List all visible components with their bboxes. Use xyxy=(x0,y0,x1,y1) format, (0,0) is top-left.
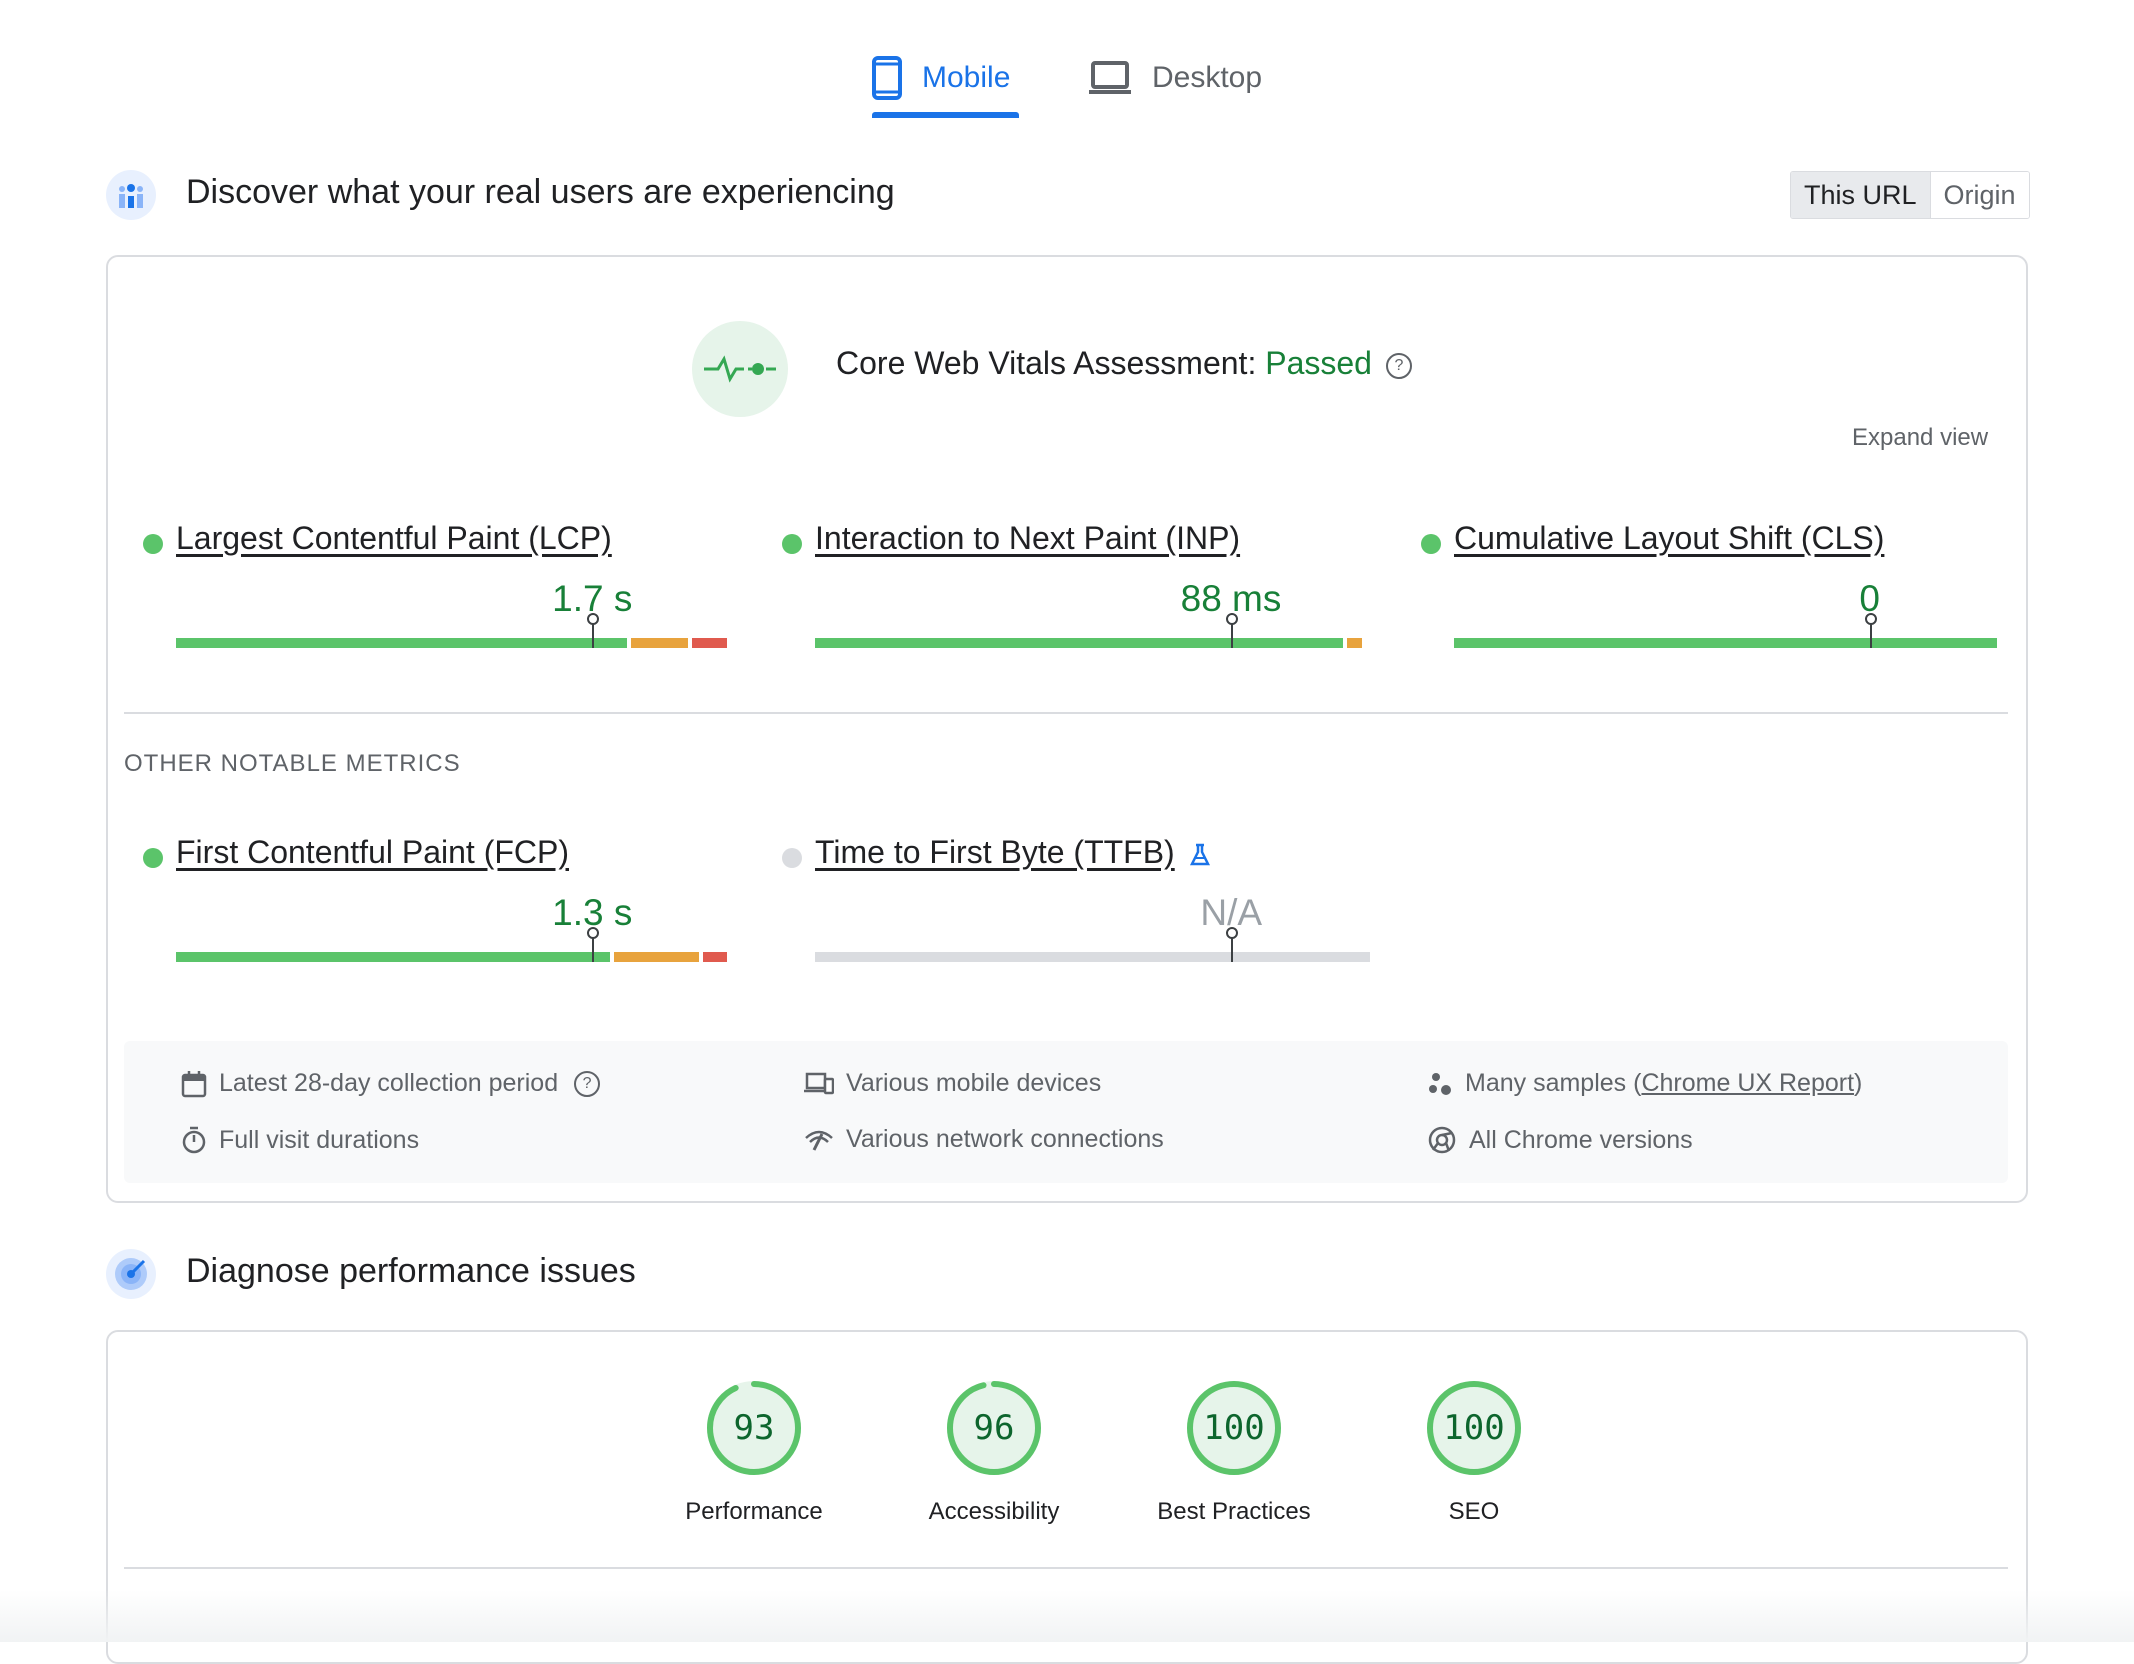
status-dot xyxy=(143,848,163,868)
score-value: 96 xyxy=(973,1408,1015,1448)
scroll-fade xyxy=(0,1590,2134,1642)
bar-segment-good xyxy=(176,952,611,962)
radar-icon xyxy=(106,1249,156,1299)
bar-segment-needs-improvement xyxy=(631,638,689,648)
distribution-bar xyxy=(815,613,1366,648)
bar-segment-good xyxy=(1454,638,1997,648)
metric-ttfb: Time to First Byte (TTFB) N/A xyxy=(782,832,1370,962)
score-label: Accessibility xyxy=(928,1498,1060,1525)
chrome-icon xyxy=(1428,1126,1456,1154)
score-gauge[interactable]: 93 xyxy=(706,1380,802,1476)
origin-button[interactable]: Origin xyxy=(1930,172,2029,218)
bar-segment-empty xyxy=(815,952,1370,962)
samples-icon xyxy=(1429,1072,1451,1095)
flask-icon xyxy=(1189,843,1210,865)
vitals-pulse-icon xyxy=(692,321,788,417)
tab-desktop[interactable]: Desktop xyxy=(1088,40,1262,116)
percentile-marker xyxy=(1226,613,1238,648)
chrome-ux-report-link[interactable]: Chrome UX Report xyxy=(1641,1069,1854,1097)
bar-segment-good xyxy=(176,638,628,648)
bar-segment-needs-improvement xyxy=(614,952,700,962)
devices-text: Various mobile devices xyxy=(846,1069,1102,1097)
status-dot xyxy=(782,848,802,868)
percentile-marker xyxy=(587,927,600,962)
metric-name[interactable]: Largest Contentful Paint (LCP) xyxy=(176,520,612,557)
section-divider xyxy=(124,712,2008,714)
score-label: SEO xyxy=(1448,1498,1500,1525)
network-info: Various network connections xyxy=(804,1125,1164,1154)
score-value: 100 xyxy=(1443,1408,1505,1448)
bar-segment-good xyxy=(815,638,1343,648)
percentile-marker xyxy=(1226,927,1239,962)
network-icon xyxy=(805,1130,833,1151)
bar-segment-needs-improvement xyxy=(1346,638,1362,648)
lab-data-title: Diagnose performance issues xyxy=(186,1252,636,1290)
status-dot xyxy=(1421,534,1441,554)
metric-name: Time to First Byte (TTFB) xyxy=(815,834,1211,871)
network-text: Various network connections xyxy=(846,1125,1164,1153)
other-metrics-heading: OTHER NOTABLE METRICS xyxy=(124,750,461,777)
smartphone-icon xyxy=(872,56,902,100)
metric-name[interactable]: First Contentful Paint (FCP) xyxy=(176,834,569,871)
tab-mobile[interactable]: Mobile xyxy=(872,40,1010,116)
expand-view-button[interactable]: Expand view xyxy=(1852,424,1988,452)
versions-text: All Chrome versions xyxy=(1469,1125,1693,1154)
samples-info: Many samples (Chrome UX Report) xyxy=(1427,1069,1862,1098)
help-icon[interactable]: ? xyxy=(1385,352,1412,379)
distribution-bar xyxy=(1454,613,2001,648)
versions-info: All Chrome versions xyxy=(1427,1125,1693,1155)
metric-name[interactable]: Cumulative Layout Shift (CLS) xyxy=(1454,520,1884,557)
timer-icon xyxy=(182,1126,206,1154)
collection-period-text: Latest 28-day collection period xyxy=(219,1069,559,1097)
metric-cls: Cumulative Layout Shift (CLS) 0 xyxy=(1421,518,2011,648)
section-divider xyxy=(124,1567,2008,1569)
metric-inp: Interaction to Next Paint (INP) 88 ms xyxy=(782,518,1362,648)
bar-segment-poor xyxy=(703,952,727,962)
calendar-icon xyxy=(181,1070,207,1097)
visit-durations-text: Full visit durations xyxy=(219,1125,420,1154)
score-gauge[interactable]: 100 xyxy=(1426,1380,1522,1476)
metric-lcp: Largest Contentful Paint (LCP) 1.7 s xyxy=(143,518,727,648)
collection-info-box xyxy=(124,1041,2008,1183)
help-icon[interactable]: ? xyxy=(574,1070,601,1097)
percentile-marker xyxy=(1864,613,1877,648)
status-dot xyxy=(782,534,802,554)
field-data-title: Discover what your real users are experi… xyxy=(186,173,895,211)
distribution-bar xyxy=(176,613,731,648)
distribution-bar xyxy=(815,927,1370,962)
tab-desktop-label: Desktop xyxy=(1152,61,1263,94)
samples-suffix: ) xyxy=(1854,1069,1863,1097)
metric-fcp: First Contentful Paint (FCP) 1.3 s xyxy=(143,832,727,962)
tab-mobile-label: Mobile xyxy=(922,61,1011,94)
score-gauge[interactable]: 100 xyxy=(1186,1380,1282,1476)
url-origin-toggle: This URL Origin xyxy=(1790,171,2030,219)
score-label: Best Practices xyxy=(1157,1498,1311,1525)
collection-period: Latest 28-day collection period ? xyxy=(181,1069,601,1098)
devices-icon xyxy=(804,1072,834,1094)
this-url-button[interactable]: This URL xyxy=(1791,172,1931,218)
score-gauge[interactable]: 96 xyxy=(946,1380,1042,1476)
score-value: 93 xyxy=(733,1408,775,1448)
devices-info: Various mobile devices xyxy=(804,1069,1101,1098)
cwv-assessment: Core Web Vitals Assessment: Passed? xyxy=(836,345,1412,382)
score-value: 100 xyxy=(1203,1408,1265,1448)
metric-name-link[interactable]: Time to First Byte (TTFB) xyxy=(815,834,1175,870)
bar-segment-poor xyxy=(692,638,727,648)
metric-name[interactable]: Interaction to Next Paint (INP) xyxy=(815,520,1240,557)
active-tab-indicator xyxy=(872,112,1019,118)
laptop-icon xyxy=(1089,61,1131,94)
samples-prefix: Many samples ( xyxy=(1465,1069,1642,1097)
samples-text: Many samples (Chrome UX Report) xyxy=(1465,1069,1862,1098)
score-label: Performance xyxy=(685,1498,823,1525)
percentile-marker xyxy=(587,613,600,648)
cwv-status: Passed xyxy=(1265,345,1372,381)
distribution-bar xyxy=(176,927,731,962)
visit-durations: Full visit durations xyxy=(181,1125,419,1155)
cwv-assessment-label: Core Web Vitals Assessment: xyxy=(836,345,1266,381)
users-chart-icon xyxy=(106,170,156,220)
status-dot xyxy=(143,534,163,554)
